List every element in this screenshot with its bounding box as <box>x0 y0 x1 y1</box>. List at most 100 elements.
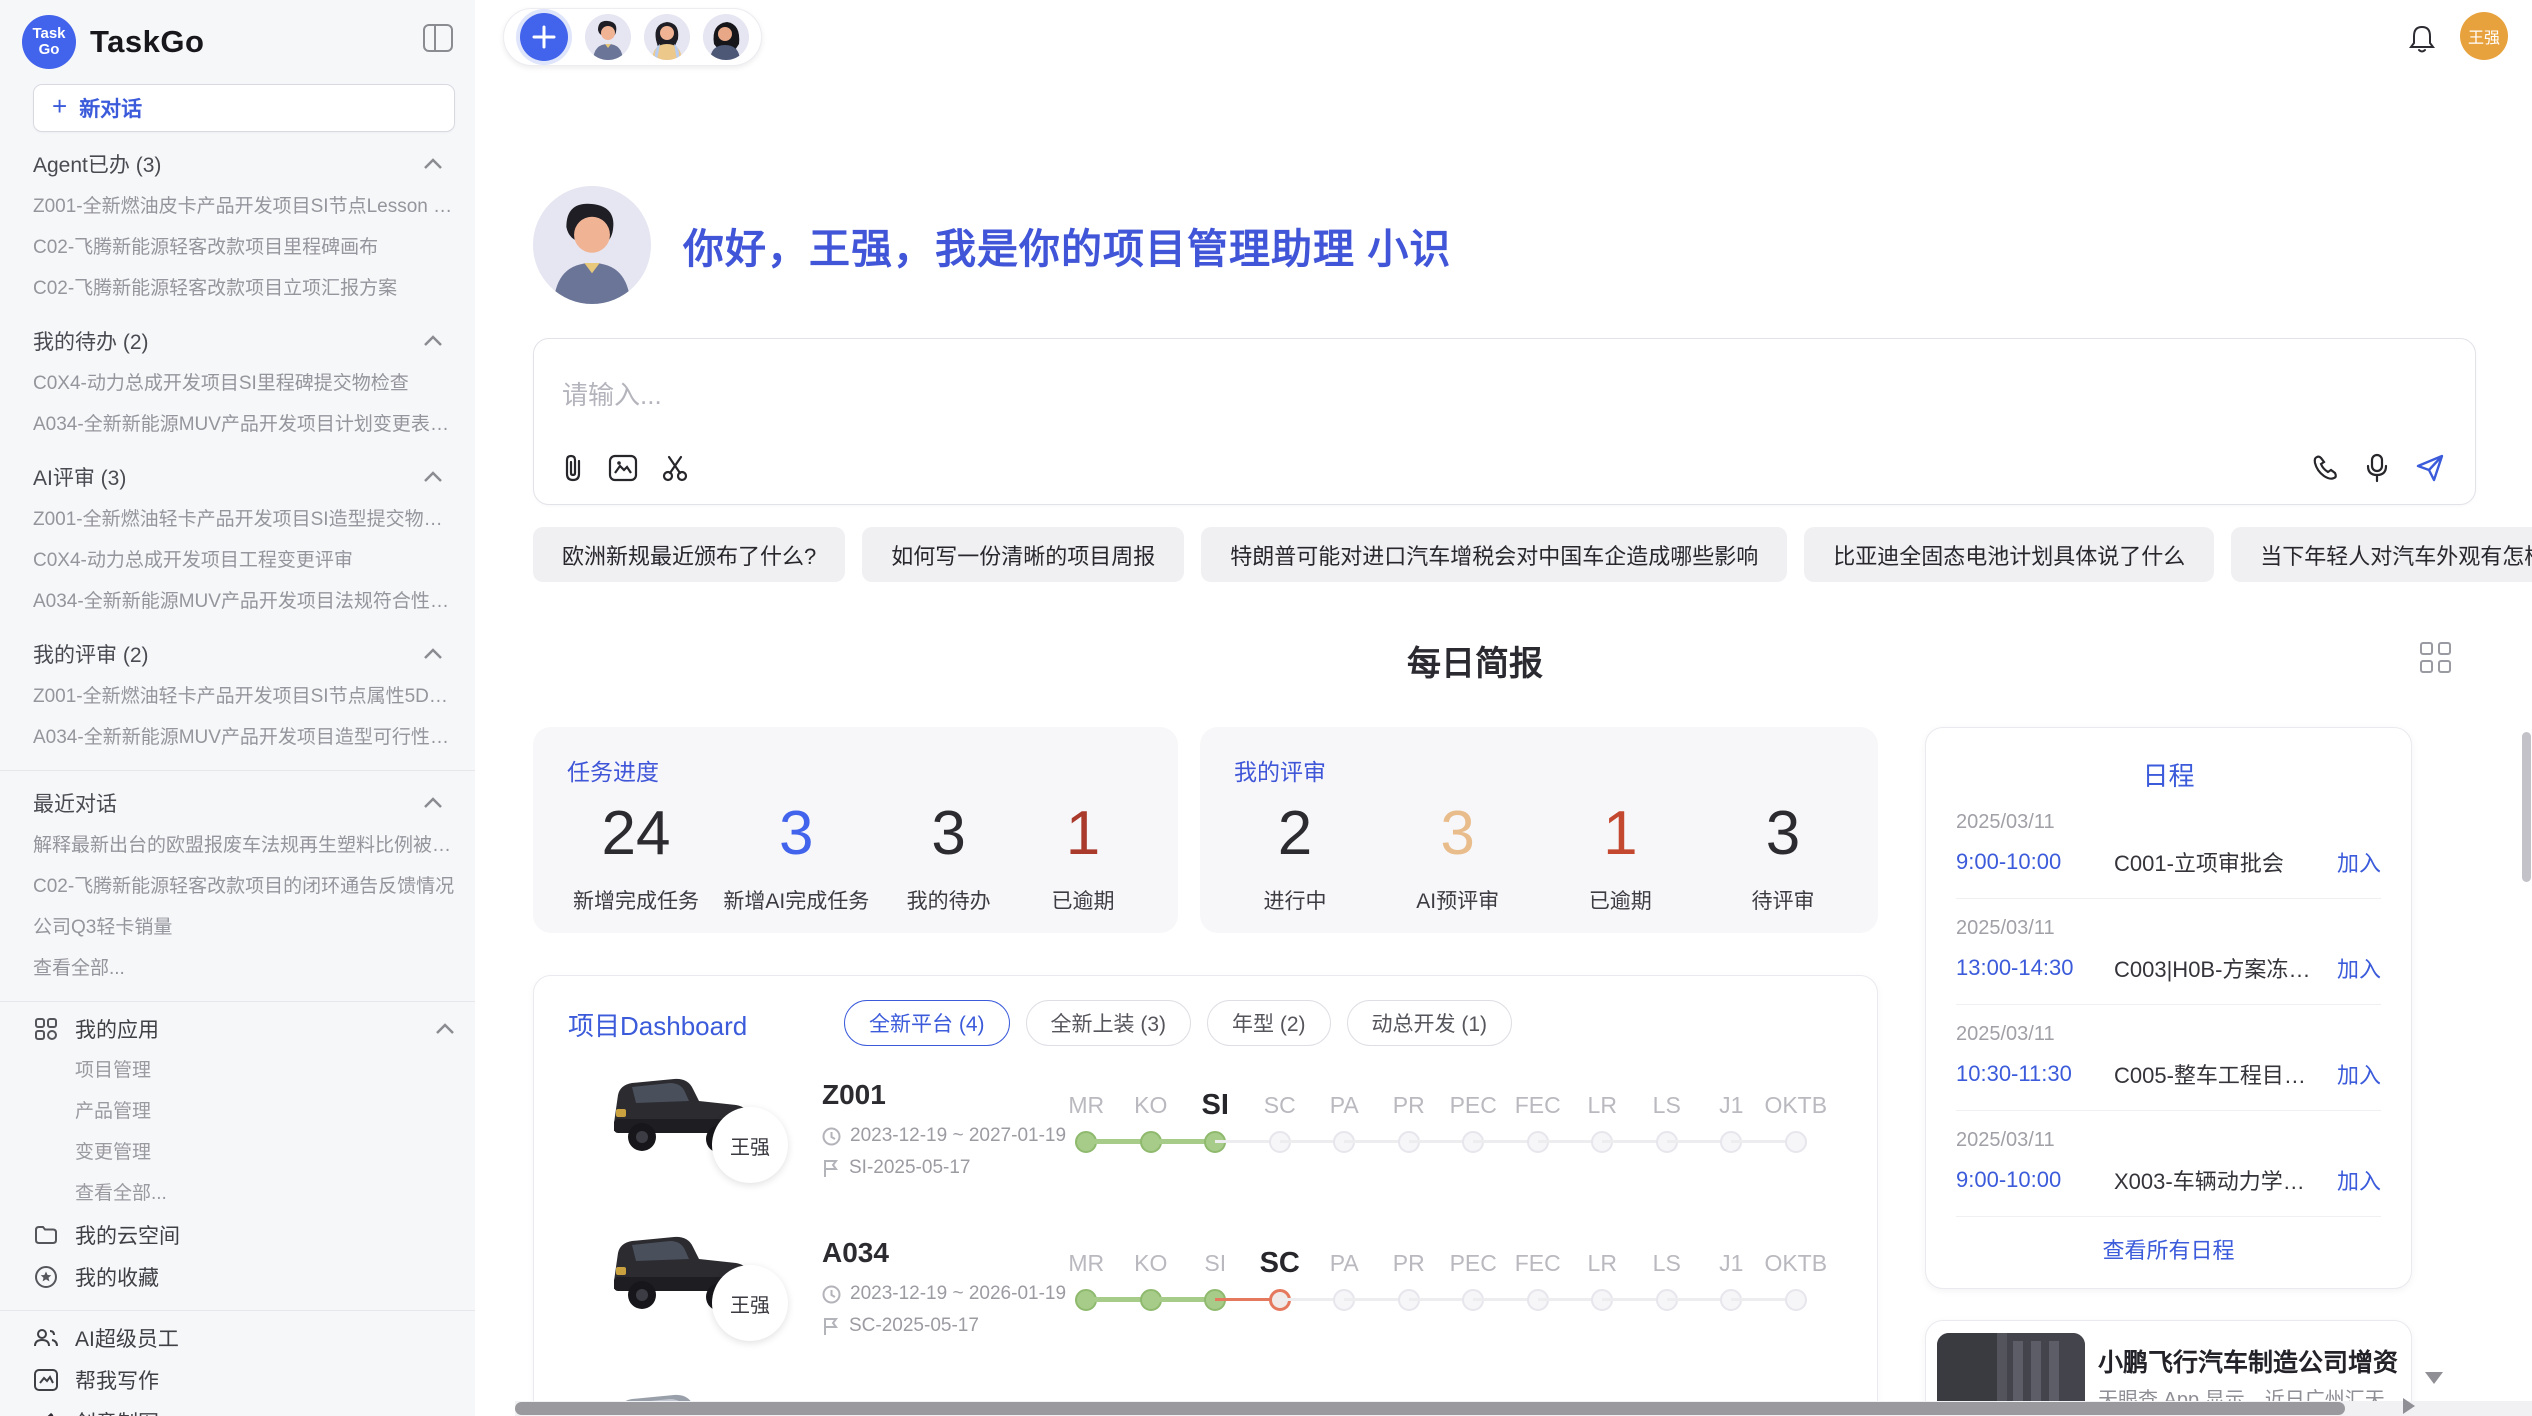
sidebar-item-cloud-space[interactable]: 我的云空间 <box>33 1214 455 1256</box>
milestone-ko: KO <box>1119 1243 1184 1317</box>
section-header-agent-done[interactable]: Agent已办 (3) <box>33 142 455 186</box>
stat-my-todo: 3 我的待办 <box>894 801 1004 915</box>
sidebar-item-creative-drawing[interactable]: 创意制图 <box>33 1401 455 1416</box>
join-link[interactable]: 加入 <box>2337 1164 2381 1196</box>
filter-chip-powertrain[interactable]: 动总开发 (1) <box>1347 1000 1513 1046</box>
milestone-oktb: OKTB <box>1764 1243 1829 1317</box>
agent-avatar[interactable] <box>644 14 690 60</box>
logo-row: Task Go TaskGo <box>33 10 455 74</box>
chevron-up-icon[interactable] <box>423 648 443 660</box>
recent-chat-item[interactable]: 公司Q3轻卡销量 <box>33 907 455 948</box>
star-badge-icon <box>33 1264 59 1290</box>
chevron-up-icon[interactable] <box>423 158 443 170</box>
horizontal-scrollbar-thumb[interactable] <box>515 1402 2345 1415</box>
schedule-title: 日程 <box>1956 756 2381 793</box>
notification-bell-icon[interactable] <box>2408 24 2436 59</box>
project-row[interactable]: 王强 Z001 2023-12-19 ~ 2027-01-19 SI-2025-… <box>534 1061 1878 1219</box>
suggestion-chip[interactable]: 当下年轻人对汽车外观有怎样的喜好趋势 <box>2231 527 2532 582</box>
sidebar: Task Go TaskGo + 新对话 Agent已办 (3) Z001-全新… <box>0 0 475 1416</box>
attach-icon[interactable] <box>560 453 586 488</box>
filter-chip-all-platform[interactable]: 全新平台 (4) <box>844 1000 1010 1046</box>
view-all-apps-link[interactable]: 查看全部... <box>33 1173 455 1214</box>
logo-text-top: Task <box>32 26 65 42</box>
chevron-up-icon[interactable] <box>435 1023 455 1035</box>
new-chat-button[interactable]: + 新对话 <box>33 84 455 132</box>
stat-ai-prereview: 3 AI预评审 <box>1403 801 1513 915</box>
main-area: 王强 你好，王强，我是你的项目管理助理 小识 请输入... <box>475 0 2532 1416</box>
sidebar-item[interactable]: C02-飞腾新能源轻客改款项目里程碑画布 <box>33 227 455 268</box>
milestone-dot[interactable] <box>1785 1131 1807 1153</box>
milestone-j1: J1 <box>1699 1085 1764 1159</box>
recent-chat-item[interactable]: C02-飞腾新能源轻客改款项目的闭环通告反馈情况 <box>33 866 455 907</box>
suggestion-chip[interactable]: 如何写一份清晰的项目周报 <box>862 527 1184 582</box>
sidebar-item-favorites[interactable]: 我的收藏 <box>33 1256 455 1298</box>
event-time: 13:00-14:30 <box>1956 955 2114 981</box>
vertical-scrollbar-thumb[interactable] <box>2522 732 2531 882</box>
scissors-icon[interactable] <box>660 453 690 488</box>
chevron-up-icon[interactable] <box>423 797 443 809</box>
chevron-up-icon[interactable] <box>423 335 443 347</box>
folder-icon <box>33 1222 59 1248</box>
app-item-project-mgmt[interactable]: 项目管理 <box>33 1050 455 1091</box>
agent-avatar[interactable] <box>585 14 631 60</box>
join-link[interactable]: 加入 <box>2337 1058 2381 1090</box>
sidebar-item[interactable]: A034-全新新能源MUV产品开发项目造型可行性评审 <box>33 717 455 758</box>
app-item-product-mgmt[interactable]: 产品管理 <box>33 1091 455 1132</box>
suggestion-chip[interactable]: 欧洲新规最近颁布了什么? <box>533 527 845 582</box>
dashboard-filters: 全新平台 (4) 全新上装 (3) 年型 (2) 动总开发 (1) <box>844 1000 1512 1046</box>
section-header-ai-review[interactable]: AI评审 (3) <box>33 455 455 499</box>
sidebar-item[interactable]: Z001-全新燃油轻卡产品开发项目SI造型提交物评审 <box>33 499 455 540</box>
chevron-up-icon[interactable] <box>423 471 443 483</box>
scroll-right-arrow-icon[interactable] <box>2403 1398 2415 1414</box>
section-header-my-review[interactable]: 我的评审 (2) <box>33 632 455 676</box>
sidebar-item[interactable]: C02-飞腾新能源轻客改款项目立项汇报方案 <box>33 268 455 309</box>
project-dashboard-card: 项目Dashboard 全新平台 (4) 全新上装 (3) 年型 (2) 动总开… <box>533 975 1878 1416</box>
message-composer[interactable]: 请输入... <box>533 338 2476 505</box>
project-row[interactable]: 王强 A034 2023-12-19 ~ 2026-01-19 SC-2025-… <box>534 1219 1878 1377</box>
cloud-space-label: 我的云空间 <box>75 1220 180 1250</box>
stat-new-done: 24 新增完成任务 <box>573 801 699 915</box>
horizontal-scrollbar[interactable] <box>515 1401 2532 1416</box>
event-date: 2025/03/11 <box>1956 811 2381 834</box>
stat-new-ai-done: 3 新增AI完成任务 <box>723 801 869 915</box>
sidebar-item-help-me-write[interactable]: 帮我写作 <box>33 1359 455 1401</box>
view-all-schedule-link[interactable]: 查看所有日程 <box>1956 1233 2381 1265</box>
view-all-chats-link[interactable]: 查看全部... <box>33 948 455 989</box>
send-icon[interactable] <box>2415 453 2445 488</box>
recent-chat-item[interactable]: 解释最新出台的欧盟报废车法规再生塑料比例被调至15%... <box>33 825 455 866</box>
sidebar-item[interactable]: C0X4-动力总成开发项目工程变更评审 <box>33 540 455 581</box>
suggestion-chip[interactable]: 特朗普可能对进口汽车增税会对中国车企造成哪些影响 <box>1201 527 1787 582</box>
sidebar-item[interactable]: Z001-全新燃油皮卡产品开发项目SI节点Lesson Learn报告 <box>33 186 455 227</box>
sidebar-item[interactable]: A034-全新新能源MUV产品开发项目法规符合性评审 <box>33 581 455 622</box>
filter-chip-new-body[interactable]: 全新上装 (3) <box>1026 1000 1192 1046</box>
owner-badge: 王强 <box>712 1107 788 1183</box>
sidebar-item[interactable]: C0X4-动力总成开发项目SI里程碑提交物检查 <box>33 363 455 404</box>
app-item-change-mgmt[interactable]: 变更管理 <box>33 1132 455 1173</box>
sidebar-collapse-icon[interactable] <box>423 24 453 52</box>
section-header-my-todo[interactable]: 我的待办 (2) <box>33 319 455 363</box>
filter-chip-model-year[interactable]: 年型 (2) <box>1207 1000 1331 1046</box>
join-link[interactable]: 加入 <box>2337 846 2381 878</box>
section-header-recent-chats[interactable]: 最近对话 <box>33 781 455 825</box>
task-progress-card: 任务进度 24 新增完成任务 3 新增AI完成任务 3 我的待办 <box>533 727 1178 933</box>
event-date: 2025/03/11 <box>1956 1023 2381 1046</box>
sidebar-item-my-apps[interactable]: 我的应用 <box>33 1008 455 1050</box>
add-agent-button[interactable] <box>520 13 568 61</box>
mic-icon[interactable] <box>2365 453 2389 488</box>
event-name: C003|H0B-方案冻结评审 <box>2114 952 2325 984</box>
sidebar-item-ai-super-staff[interactable]: AI超级员工 <box>33 1317 455 1359</box>
scroll-down-arrow-icon[interactable] <box>2425 1372 2443 1384</box>
write-doc-icon <box>33 1367 59 1393</box>
join-link[interactable]: 加入 <box>2337 952 2381 984</box>
image-icon[interactable] <box>608 454 638 487</box>
divider <box>0 770 475 771</box>
card-title: 任务进度 <box>567 753 1144 787</box>
sidebar-item[interactable]: A034-全新新能源MUV产品开发项目计划变更表编写 <box>33 404 455 445</box>
sidebar-item[interactable]: Z001-全新燃油轻卡产品开发项目SI节点属性5D文件评审 <box>33 676 455 717</box>
milestone-dot[interactable] <box>1785 1289 1807 1311</box>
user-avatar[interactable]: 王强 <box>2460 12 2508 60</box>
agent-avatar[interactable] <box>703 14 749 60</box>
layout-grid-icon[interactable] <box>2420 642 2452 674</box>
suggestion-chip[interactable]: 比亚迪全固态电池计划具体说了什么 <box>1804 527 2214 582</box>
phone-icon[interactable] <box>2311 454 2339 487</box>
